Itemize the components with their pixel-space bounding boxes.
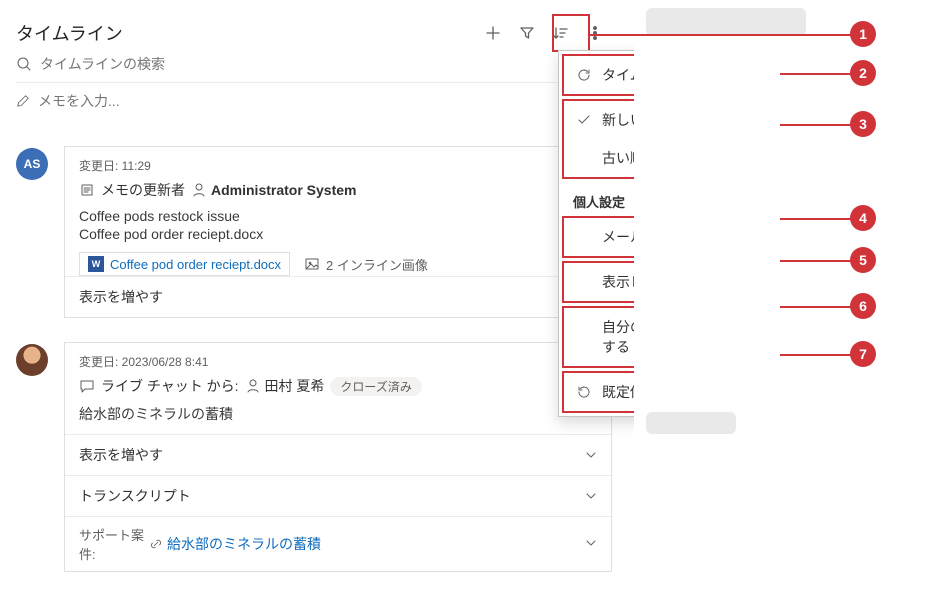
word-icon: W <box>88 256 104 272</box>
timeline-card: 変更日: 11:29 メモの更新者 Administrator System C… <box>64 146 612 318</box>
expand-toggle[interactable]: 表示を増やす <box>65 276 611 317</box>
note-body: Coffee pods restock issue <box>79 208 597 224</box>
case-label: サポート案件: <box>79 525 149 563</box>
add-button[interactable] <box>476 16 510 50</box>
person-icon <box>245 378 261 394</box>
note-input[interactable] <box>38 93 612 109</box>
note-title-prefix: メモの更新者 <box>101 180 185 200</box>
reset-icon <box>576 384 592 400</box>
chevron-down-icon <box>585 490 597 502</box>
sort-button[interactable] <box>544 16 578 50</box>
search-input[interactable] <box>40 56 612 72</box>
annotation-badge: 5 <box>850 247 876 273</box>
pencil-icon <box>16 94 30 108</box>
chat-user: 田村 夏希 <box>265 376 325 396</box>
chat-body: 給水部のミネラルの蓄積 <box>79 404 597 424</box>
chevron-down-icon <box>585 449 597 461</box>
timestamp: 変更日: 11:29 <box>79 157 597 174</box>
check-icon <box>576 112 592 128</box>
status-badge: クローズ済み <box>330 377 421 396</box>
transcript-toggle[interactable]: トランスクリプト <box>65 475 611 516</box>
refresh-icon <box>576 67 592 83</box>
image-icon <box>304 256 320 272</box>
annotation-badge: 4 <box>850 205 876 231</box>
updater-name: Administrator System <box>211 182 356 198</box>
attachment-link[interactable]: Coffee pod order reciept.docx <box>110 257 281 272</box>
person-icon <box>191 182 207 198</box>
avatar: AS <box>16 148 48 180</box>
inline-images-indicator[interactable]: 2 インライン画像 <box>304 255 428 274</box>
annotation-badge: 3 <box>850 111 876 137</box>
chat-icon <box>79 378 95 394</box>
right-panel-placeholder <box>634 0 930 528</box>
more-button[interactable] <box>578 16 612 50</box>
annotation-badge: 7 <box>850 341 876 367</box>
search-icon <box>16 56 32 72</box>
timestamp: 変更日: 2023/06/28 8:41 <box>79 353 597 370</box>
attachment-chip[interactable]: W Coffee pod order reciept.docx <box>79 252 290 276</box>
related-case-row[interactable]: サポート案件: 給水部のミネラルの蓄積 <box>65 516 611 571</box>
note-icon <box>79 182 95 198</box>
chat-prefix: ライブ チャット から: <box>101 376 239 396</box>
avatar <box>16 344 48 376</box>
annotation-badge: 6 <box>850 293 876 319</box>
link-icon <box>149 537 163 551</box>
case-link[interactable]: 給水部のミネラルの蓄積 <box>167 534 321 554</box>
filter-button[interactable] <box>510 16 544 50</box>
timeline-card: 変更日: 2023/06/28 8:41 ライブ チャット から: 田村 夏希 … <box>64 342 612 572</box>
expand-toggle[interactable]: 表示を増やす <box>65 434 611 475</box>
chevron-down-icon <box>585 537 597 549</box>
annotation-badge: 2 <box>850 60 876 86</box>
note-body: Coffee pod order reciept.docx <box>79 226 597 242</box>
annotation-badge: 1 <box>850 21 876 47</box>
timeline-title: タイムライン <box>16 20 476 46</box>
